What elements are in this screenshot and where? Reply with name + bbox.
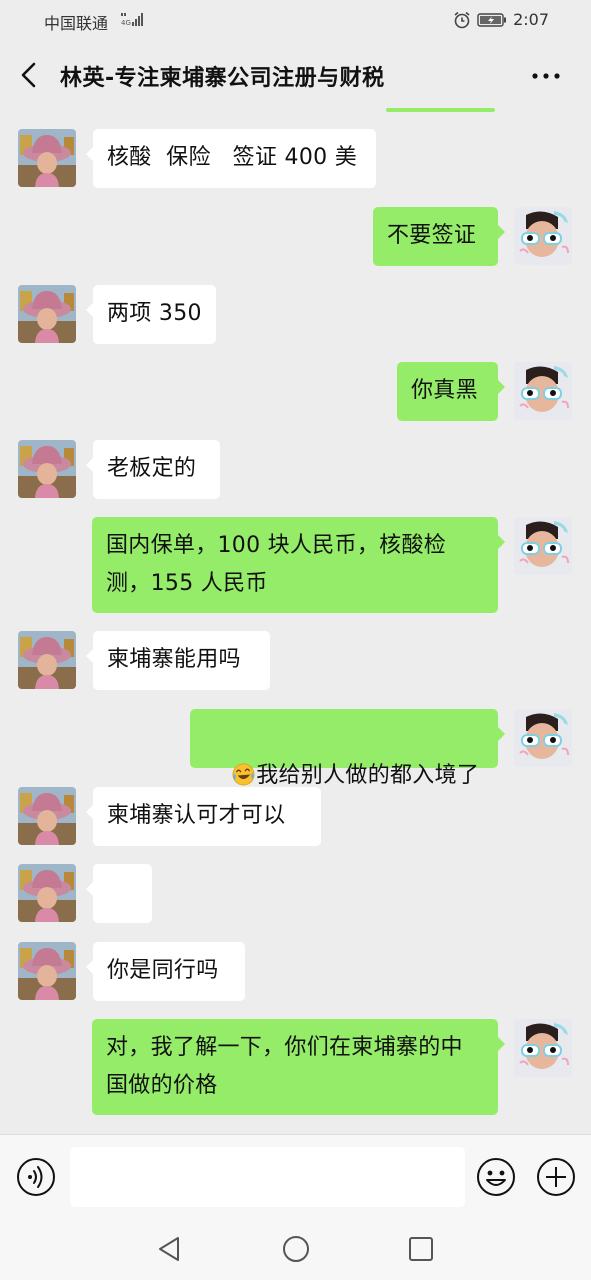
user-avatar[interactable] <box>514 709 572 767</box>
chat-title: 林英-专注柬埔寨公司注册与财税 <box>60 66 385 91</box>
partial-message-bubble <box>386 108 495 112</box>
incoming-message-bubble[interactable]: 两项 350 <box>86 285 216 344</box>
contact-avatar[interactable] <box>18 440 76 498</box>
laughing-crying-emoji-icon <box>232 763 255 786</box>
contact-avatar[interactable] <box>18 129 76 187</box>
incoming-message-bubble[interactable]: 你是同行吗 <box>86 942 245 1001</box>
chat-header: 林英-专注柬埔寨公司注册与财税 <box>0 40 591 112</box>
emoji-icon[interactable] <box>476 1157 516 1197</box>
alarm-icon <box>454 11 470 28</box>
contact-avatar[interactable] <box>18 787 76 845</box>
signal-icon: 4G <box>121 13 143 26</box>
incoming-message-bubble[interactable]: 柬埔寨认可才可以 <box>86 787 321 846</box>
svg-text:4G: 4G <box>121 19 131 26</box>
back-arrow-icon[interactable] <box>18 60 40 90</box>
input-bar <box>0 1134 591 1219</box>
incoming-message-bubble[interactable] <box>86 864 152 982</box>
status-bar: 中国联通 4G 2:07 <box>0 0 591 40</box>
nav-home-icon[interactable] <box>282 1235 310 1263</box>
contact-avatar[interactable] <box>18 942 76 1000</box>
contact-avatar[interactable] <box>18 285 76 343</box>
plus-icon[interactable] <box>536 1157 576 1197</box>
message-input[interactable] <box>70 1147 465 1207</box>
outgoing-message-bubble[interactable]: 我给别人做的都入境了 <box>190 709 505 788</box>
incoming-message-bubble[interactable]: 老板定的 <box>86 440 220 499</box>
user-avatar[interactable] <box>514 362 572 420</box>
nav-recent-apps-icon[interactable] <box>408 1236 434 1262</box>
clock: 2:07 <box>513 10 549 29</box>
voice-input-icon[interactable] <box>16 1157 56 1197</box>
outgoing-message-bubble[interactable]: 对，我了解一下，你们在柬埔寨的中国做的价格 <box>92 1019 505 1115</box>
outgoing-message-bubble[interactable]: 国内保单，100 块人民币，核酸检测，155 人民币 <box>92 517 505 613</box>
incoming-message-bubble[interactable]: 柬埔寨能用吗 <box>86 631 270 690</box>
user-avatar[interactable] <box>514 1019 572 1077</box>
system-nav-bar <box>0 1218 591 1280</box>
user-avatar[interactable] <box>514 207 572 265</box>
contact-avatar[interactable] <box>18 864 76 922</box>
carrier-label: 中国联通 <box>44 14 109 33</box>
outgoing-message-bubble[interactable]: 不要签证 <box>373 207 505 266</box>
battery-icon <box>477 12 507 27</box>
more-options-icon[interactable] <box>531 72 561 80</box>
contact-avatar[interactable] <box>18 631 76 689</box>
message-text: 我给别人做的都入境了 <box>256 763 480 788</box>
user-avatar[interactable] <box>514 517 572 575</box>
incoming-message-bubble[interactable]: 核酸 保险 签证 400 美 <box>86 129 376 188</box>
nav-back-icon[interactable] <box>156 1235 182 1263</box>
outgoing-message-bubble[interactable]: 你真黑 <box>397 362 505 421</box>
